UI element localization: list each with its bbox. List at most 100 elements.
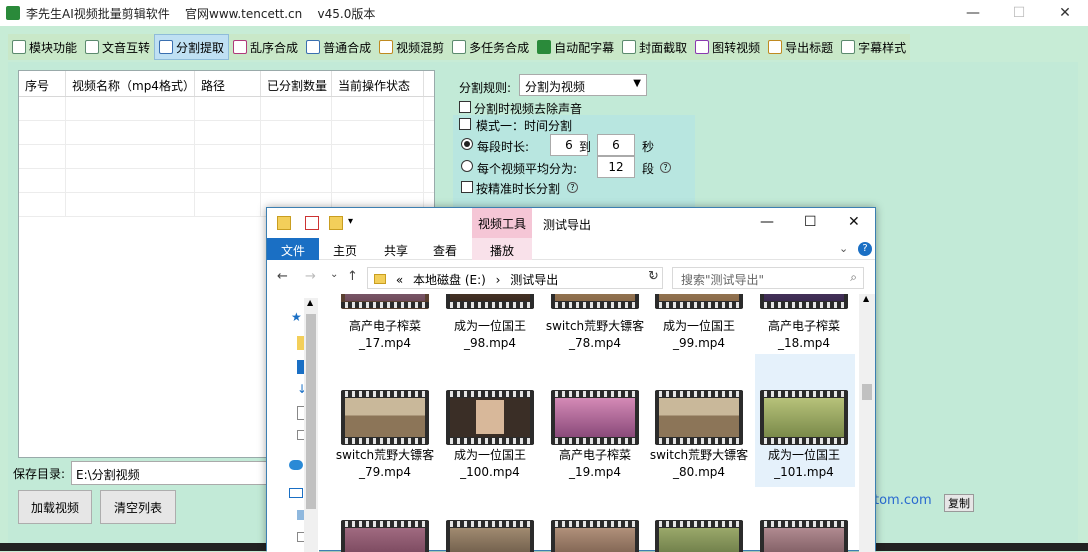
properties-icon[interactable] bbox=[305, 216, 319, 230]
scrollbar-thumb[interactable] bbox=[306, 314, 316, 509]
new-folder-icon[interactable] bbox=[329, 216, 343, 230]
segment-max-input[interactable]: 6 bbox=[597, 134, 635, 156]
scrollbar-thumb[interactable] bbox=[862, 384, 872, 400]
video-thumbnail[interactable] bbox=[760, 390, 848, 445]
maximize-icon[interactable]: ☐ bbox=[804, 214, 817, 230]
ribbon-tab-file[interactable]: 文件 bbox=[267, 238, 319, 260]
file-name[interactable]: 成为一位国王_101.mp4 bbox=[754, 447, 854, 481]
ribbon-tab-share[interactable]: 共享 bbox=[384, 238, 408, 260]
video-thumbnail[interactable] bbox=[655, 390, 743, 445]
file-name[interactable]: switch荒野大镖客_80.mp4 bbox=[649, 447, 749, 481]
average-count-input[interactable]: 12 bbox=[597, 156, 635, 178]
file-name[interactable]: 成为一位国王_99.mp4 bbox=[649, 318, 749, 352]
minimize-button[interactable]: — bbox=[950, 0, 996, 26]
file-name[interactable]: 成为一位国王_100.mp4 bbox=[440, 447, 540, 481]
close-icon[interactable]: ✕ bbox=[848, 214, 860, 230]
file-grid-scrollbar[interactable]: ▲ bbox=[859, 294, 875, 552]
minimize-icon[interactable]: — bbox=[760, 214, 774, 230]
this-pc-icon[interactable] bbox=[289, 488, 303, 498]
video-thumbnail[interactable] bbox=[551, 520, 639, 552]
video-thumbnail[interactable] bbox=[446, 294, 534, 309]
forward-arrow-icon[interactable]: → bbox=[305, 269, 316, 284]
tab-image-to-video[interactable]: 图转视频 bbox=[691, 34, 764, 60]
tab-label: 封面截取 bbox=[639, 40, 688, 55]
table-row bbox=[19, 97, 434, 121]
breadcrumb-drive[interactable]: 本地磁盘 (E:) bbox=[413, 273, 486, 287]
average-radio[interactable] bbox=[461, 160, 473, 172]
video-thumbnail[interactable] bbox=[655, 294, 743, 309]
file-name[interactable]: switch荒野大镖客_78.mp4 bbox=[545, 318, 645, 352]
load-video-button[interactable]: 加载视频 bbox=[18, 490, 92, 524]
onedrive-icon[interactable] bbox=[289, 460, 303, 470]
clear-list-button[interactable]: 清空列表 bbox=[100, 490, 176, 524]
mode-one-checkbox[interactable] bbox=[459, 118, 471, 130]
chevron-down-icon[interactable]: ▾ bbox=[348, 216, 358, 230]
column-header[interactable]: 已分割数量 bbox=[261, 71, 332, 96]
file-name[interactable]: 高产电子榨菜_18.mp4 bbox=[754, 318, 854, 352]
precise-checkbox[interactable] bbox=[461, 181, 473, 193]
ribbon-tab-view[interactable]: 查看 bbox=[433, 238, 457, 260]
video-thumbnail[interactable] bbox=[341, 390, 429, 445]
video-thumbnail[interactable] bbox=[446, 390, 534, 445]
per-segment-radio[interactable] bbox=[461, 138, 473, 150]
file-name[interactable]: 成为一位国王_98.mp4 bbox=[440, 318, 540, 352]
file-explorer-window[interactable]: ▾ 视频工具 测试导出 — ☐ ✕ 文件 主页 共享 查看 播放 ⌄ ? ← →… bbox=[266, 207, 876, 552]
up-arrow-icon[interactable]: ↑ bbox=[347, 269, 358, 284]
split-rule-value: 分割为视频 bbox=[525, 80, 586, 94]
help-icon[interactable]: ? bbox=[660, 162, 671, 173]
breadcrumb-overflow[interactable]: « bbox=[396, 273, 403, 287]
breadcrumb-folder[interactable]: 测试导出 bbox=[510, 273, 558, 287]
scroll-up-icon[interactable]: ▲ bbox=[863, 294, 869, 303]
address-bar[interactable]: « 本地磁盘 (E:) › 测试导出 ⌄ bbox=[367, 267, 663, 289]
tab-export-title[interactable]: 导出标题 bbox=[764, 34, 837, 60]
video-thumbnail[interactable] bbox=[655, 520, 743, 552]
back-arrow-icon[interactable]: ← bbox=[277, 269, 288, 284]
nav-pane-scrollbar[interactable]: ▲ bbox=[304, 298, 318, 552]
video-thumbnail[interactable] bbox=[760, 294, 848, 309]
scroll-up-icon[interactable]: ▲ bbox=[307, 298, 313, 307]
refresh-icon[interactable]: ↻ bbox=[648, 269, 659, 284]
tab-label: 字幕样式 bbox=[858, 40, 907, 55]
column-header[interactable]: 路径 bbox=[195, 71, 261, 96]
column-header[interactable]: 当前操作状态 bbox=[332, 71, 424, 96]
tab-normal-compose[interactable]: 普通合成 bbox=[302, 34, 375, 60]
tab-split-extract[interactable]: 分割提取 bbox=[154, 34, 230, 60]
table-header: 序号 视频名称（mp4格式） 路径 已分割数量 当前操作状态 bbox=[19, 71, 434, 97]
remove-audio-checkbox[interactable] bbox=[459, 101, 471, 113]
tab-shuffle-compose[interactable]: 乱序合成 bbox=[229, 34, 302, 60]
ribbon-tab-home[interactable]: 主页 bbox=[333, 238, 357, 260]
file-name[interactable]: 高产电子榨菜_19.mp4 bbox=[545, 447, 645, 481]
ribbon-tab-play[interactable]: 播放 bbox=[472, 238, 532, 260]
column-header[interactable]: 序号 bbox=[19, 71, 66, 96]
tab-auto-subtitle[interactable]: 自动配字幕 bbox=[533, 34, 618, 60]
chevron-down-icon[interactable]: ⌄ bbox=[330, 269, 338, 280]
video-thumbnail[interactable] bbox=[341, 520, 429, 552]
tab-video-mix[interactable]: 视频混剪 bbox=[375, 34, 448, 60]
tab-subtitle-style[interactable]: 字幕样式 bbox=[837, 34, 910, 60]
search-input[interactable]: 搜索"测试导出" ⌕ bbox=[672, 267, 864, 289]
tab-modules[interactable]: 模块功能 bbox=[8, 34, 81, 60]
help-icon[interactable]: ? bbox=[858, 242, 872, 256]
segments-label: 段 bbox=[642, 162, 655, 176]
maximize-button[interactable]: ☐ bbox=[996, 0, 1042, 26]
copy-button[interactable]: 复制 bbox=[944, 494, 974, 512]
tab-multi-task[interactable]: 多任务合成 bbox=[448, 34, 533, 60]
column-header[interactable]: 视频名称（mp4格式） bbox=[66, 71, 195, 96]
close-button[interactable]: ✕ bbox=[1042, 0, 1088, 26]
module-tabbar: 模块功能 文音互转 分割提取 乱序合成 普通合成 视频混剪 多任务合成 自动配字… bbox=[8, 34, 911, 60]
video-thumbnail[interactable] bbox=[551, 294, 639, 309]
video-thumbnail[interactable] bbox=[341, 294, 429, 309]
file-name[interactable]: switch荒野大镖客_79.mp4 bbox=[335, 447, 435, 481]
help-icon[interactable]: ? bbox=[567, 182, 578, 193]
video-thumbnail[interactable] bbox=[446, 520, 534, 552]
layers-icon bbox=[306, 40, 321, 54]
split-rule-select[interactable]: 分割为视频 ▼ bbox=[519, 74, 647, 96]
video-thumbnail[interactable] bbox=[551, 390, 639, 445]
tab-cover-capture[interactable]: 封面截取 bbox=[618, 34, 691, 60]
video-thumbnail[interactable] bbox=[760, 520, 848, 552]
quick-access-star-icon[interactable]: ★ bbox=[291, 310, 302, 324]
website-link[interactable]: tom.com bbox=[874, 493, 932, 508]
tab-text-audio[interactable]: 文音互转 bbox=[81, 34, 154, 60]
chevron-down-icon[interactable]: ⌄ bbox=[839, 242, 848, 255]
file-name[interactable]: 高产电子榨菜_17.mp4 bbox=[335, 318, 435, 352]
